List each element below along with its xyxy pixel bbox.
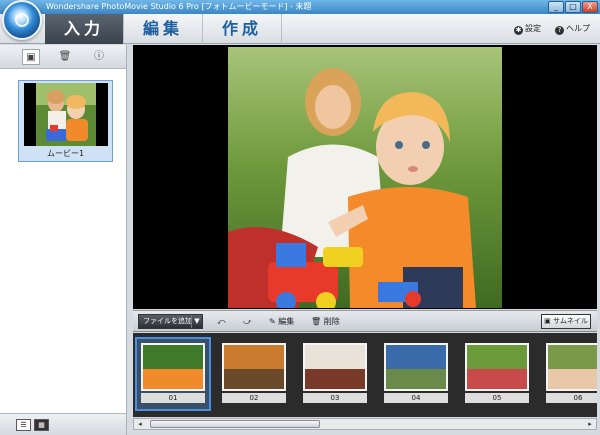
help-label: ヘルプ bbox=[566, 24, 590, 33]
tab-create[interactable]: 作成 bbox=[203, 14, 282, 44]
scroll-left-icon[interactable]: ◂ bbox=[134, 419, 146, 429]
scroll-right-icon[interactable]: ▸ bbox=[584, 419, 596, 429]
rotate-left-icon[interactable]: ⤺ bbox=[217, 315, 226, 329]
filmstrip-frame[interactable]: 04 bbox=[380, 339, 452, 409]
edit-label: 編集 bbox=[278, 317, 295, 326]
settings-label: 設定 bbox=[525, 24, 541, 33]
movie-label: ムービー1 bbox=[46, 149, 85, 158]
maximize-button[interactable]: □ bbox=[565, 1, 581, 13]
frame-label: 05 bbox=[465, 393, 529, 403]
logo-ring-icon bbox=[15, 13, 29, 27]
movie-thumbnail bbox=[24, 83, 108, 146]
pencil-icon: ✎ bbox=[269, 317, 276, 326]
frame-thumbnail bbox=[141, 343, 205, 391]
window-controls: _ □ X bbox=[548, 1, 598, 13]
filmstrip-frame[interactable]: 02 bbox=[218, 339, 290, 409]
frame-label: 04 bbox=[384, 393, 448, 403]
scrollbar-thumb[interactable] bbox=[150, 420, 320, 428]
toolbar-right: ✱ 設定 ? ヘルプ bbox=[514, 14, 590, 44]
close-button[interactable]: X bbox=[582, 1, 598, 13]
sidebar: ▣ 🗑 ⓘ ムービー1 ☰ ▦ bbox=[0, 45, 127, 435]
trash-icon[interactable]: 🗑 bbox=[56, 49, 74, 65]
add-file-button[interactable]: ファイルを追加 ▼ bbox=[138, 314, 203, 329]
thumbnail-label: サムネイル bbox=[552, 317, 588, 325]
filmstrip-scrollbar[interactable]: ◂ ▸ bbox=[133, 418, 597, 430]
filmstrip-frame[interactable]: 03 bbox=[299, 339, 371, 409]
tab-input[interactable]: 入力 bbox=[45, 14, 124, 44]
frame-image bbox=[386, 345, 446, 389]
title-bar: Wondershare PhotoMovie Studio 6 Pro [フォト… bbox=[0, 0, 600, 14]
frame-label: 03 bbox=[303, 393, 367, 403]
preview-photo bbox=[228, 47, 502, 308]
media-control-bar: ファイルを追加 ▼ ⤺ ⤻ ✎ 編集 🗑 削除 ▣ サムネイル bbox=[133, 310, 597, 332]
help-button[interactable]: ? ヘルプ bbox=[555, 23, 590, 35]
frame-label: 01 bbox=[141, 393, 205, 403]
gear-icon: ✱ bbox=[514, 26, 523, 35]
frame-thumbnail bbox=[465, 343, 529, 391]
delete-label: 削除 bbox=[323, 317, 340, 326]
filmstrip-frame[interactable]: 06 bbox=[542, 339, 597, 409]
delete-button[interactable]: 🗑 削除 bbox=[311, 315, 340, 329]
preview-area bbox=[133, 45, 597, 309]
main-tabs: 入力 編集 作成 bbox=[45, 14, 282, 44]
frame-thumbnail bbox=[303, 343, 367, 391]
frame-thumbnail bbox=[222, 343, 286, 391]
movie-item[interactable]: ムービー1 bbox=[18, 80, 113, 162]
frame-image bbox=[305, 345, 365, 389]
thumbnail-icon: ▣ bbox=[544, 317, 551, 325]
question-icon: ? bbox=[555, 26, 564, 35]
window-title: Wondershare PhotoMovie Studio 6 Pro [フォト… bbox=[46, 2, 312, 11]
frame-image bbox=[143, 345, 203, 389]
info-icon[interactable]: ⓘ bbox=[90, 49, 108, 65]
chevron-down-icon[interactable]: ▼ bbox=[191, 315, 202, 328]
frame-thumbnail bbox=[546, 343, 597, 391]
grid-view-icon[interactable]: ▦ bbox=[34, 419, 49, 431]
thumbnail-button[interactable]: ▣ サムネイル bbox=[541, 314, 591, 329]
frame-image bbox=[224, 345, 284, 389]
edit-button[interactable]: ✎ 編集 bbox=[269, 315, 294, 329]
add-file-label: ファイルを追加 bbox=[143, 317, 192, 325]
list-view-icon[interactable]: ☰ bbox=[16, 419, 31, 431]
filmstrip: 01 02 03 04 05 06 bbox=[133, 333, 597, 417]
settings-button[interactable]: ✱ 設定 bbox=[514, 23, 541, 35]
frame-image bbox=[548, 345, 597, 389]
frame-thumbnail bbox=[384, 343, 448, 391]
rotate-right-icon[interactable]: ⤻ bbox=[243, 315, 252, 329]
frame-label: 02 bbox=[222, 393, 286, 403]
app-logo[interactable] bbox=[2, 0, 42, 40]
tab-edit[interactable]: 編集 bbox=[124, 14, 203, 44]
sidebar-view-toggle: ☰ ▦ bbox=[0, 413, 126, 435]
main-toolbar: 入力 編集 作成 ✱ 設定 ? ヘルプ bbox=[0, 14, 600, 44]
trash-icon: 🗑 bbox=[311, 317, 322, 326]
new-movie-icon[interactable]: ▣ bbox=[22, 48, 40, 65]
frame-image bbox=[467, 345, 527, 389]
filmstrip-frame[interactable]: 01 bbox=[135, 337, 211, 411]
filmstrip-frame[interactable]: 05 bbox=[461, 339, 533, 409]
frame-label: 06 bbox=[546, 393, 597, 403]
sidebar-toolbar: ▣ 🗑 ⓘ bbox=[0, 45, 126, 69]
minimize-button[interactable]: _ bbox=[548, 1, 564, 13]
